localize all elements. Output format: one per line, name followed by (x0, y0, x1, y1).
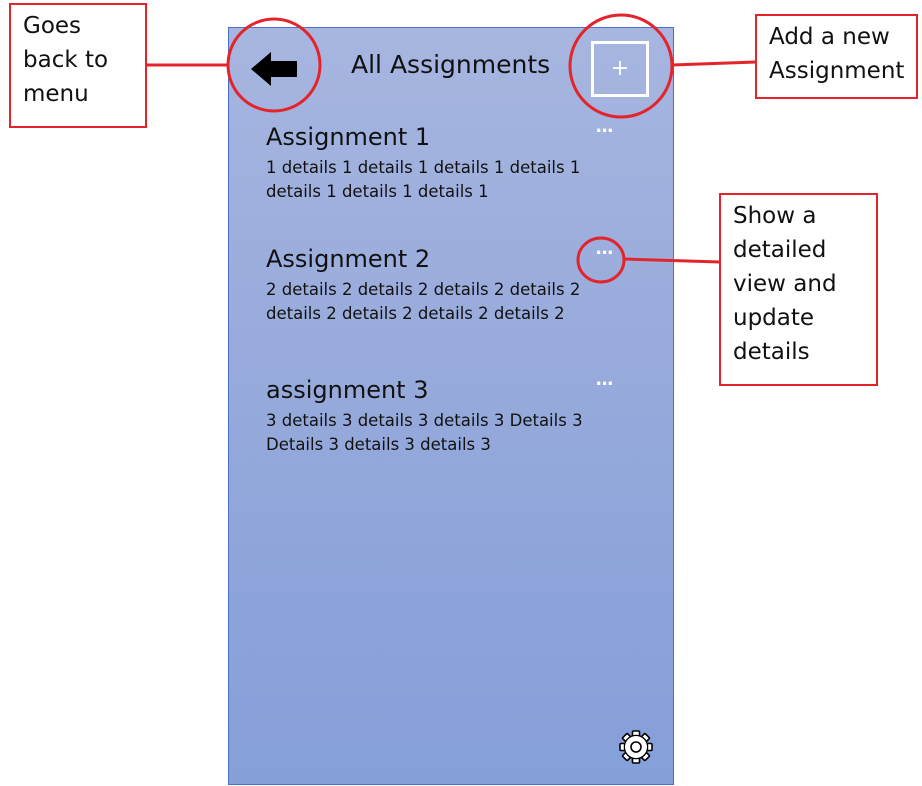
callout-line: menu (23, 81, 89, 107)
callout-line: view and (733, 271, 837, 297)
add-assignment-button[interactable]: + (591, 41, 649, 97)
callout-line: Show a (733, 203, 817, 229)
back-arrow-icon[interactable] (251, 52, 297, 86)
assignment-details: 3 details 3 details 3 details 3 Details … (266, 411, 583, 454)
callout-line: Goes (23, 13, 82, 39)
assignment-title: assignment 3 (266, 376, 429, 404)
add-connector-line (671, 60, 757, 67)
assignment-details: 2 details 2 details 2 details 2 details … (266, 280, 581, 323)
callout-line: detailed (733, 237, 827, 263)
phone-screen: All Assignments + Assignment 1 ... 1 det… (228, 27, 674, 785)
callout-line: back to (23, 47, 109, 73)
assignment-title: Assignment 2 (266, 245, 431, 273)
callout-line: details (733, 339, 810, 365)
assignment-details: 1 details 1 details 1 details 1 details … (266, 158, 581, 201)
more-options-button[interactable]: ... (590, 370, 618, 390)
callout-detailed-view: Show a detailed view and update details (719, 193, 878, 386)
callout-add-assignment: Add a new Assignment (755, 14, 918, 99)
callout-line: Add a new (769, 24, 890, 50)
annotated-wireframe: All Assignments + Assignment 1 ... 1 det… (0, 0, 922, 786)
assignment-title: Assignment 1 (266, 123, 431, 151)
more-options-button[interactable]: ... (590, 117, 618, 137)
callout-line: Assignment (769, 58, 905, 84)
callout-line: update (733, 305, 815, 331)
gear-icon[interactable] (619, 730, 653, 764)
callout-back-to-menu: Goes back to menu (9, 3, 147, 128)
more-options-button[interactable]: ... (590, 239, 618, 259)
page-title: All Assignments (351, 50, 551, 79)
